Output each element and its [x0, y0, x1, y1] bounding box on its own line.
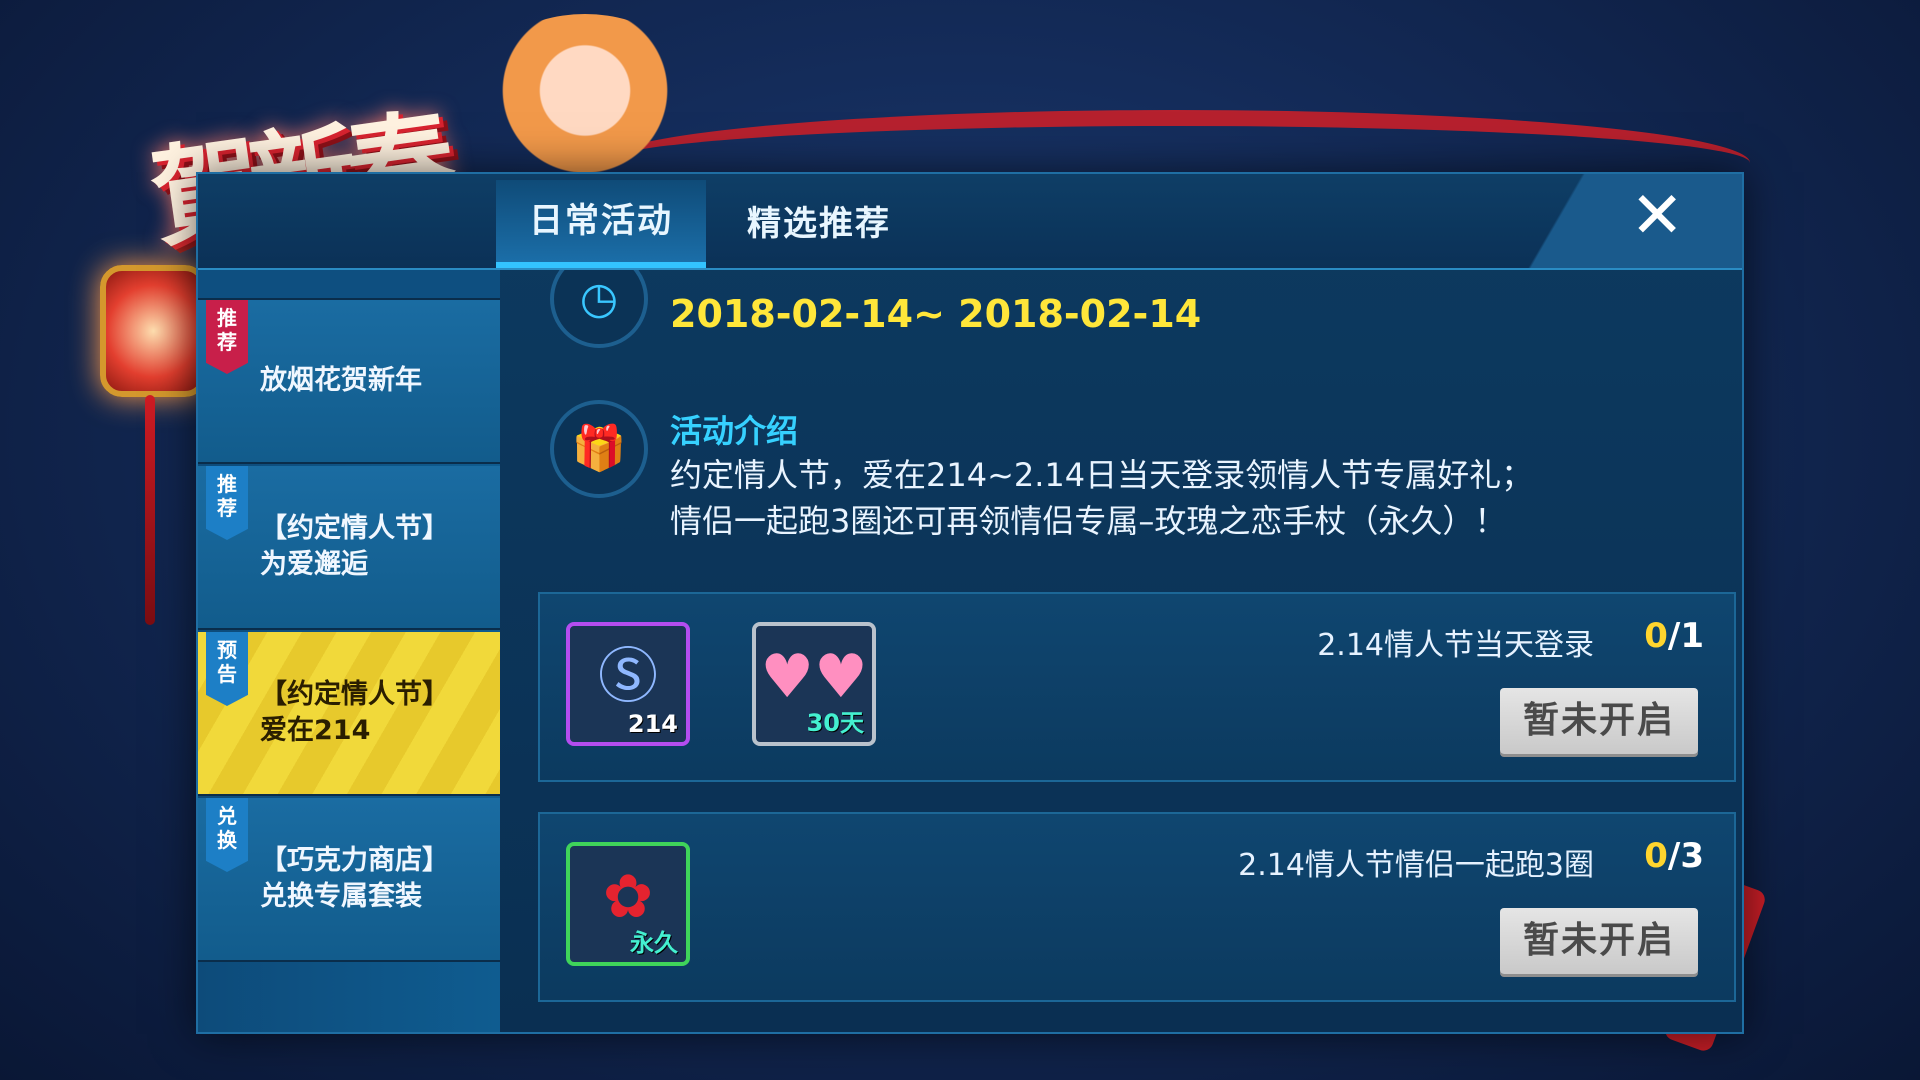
preview-badge: 预 告	[206, 632, 248, 706]
sidebar-item-label: 放烟花贺新年	[260, 365, 422, 396]
sidebar-item-fireworks[interactable]: 推 荐 放烟花贺新年	[198, 300, 500, 464]
reward-slot[interactable]: Ⓢ 214	[566, 622, 690, 746]
reward-slot[interactable]: ✿ 永久	[566, 842, 690, 966]
task-card-login: Ⓢ 214 ♥♥ 30天 2.14情人节当天登录 0/1 暂未开启	[538, 592, 1736, 782]
task-title: 2.14情人节当天登录	[1317, 628, 1594, 663]
sidebar-top-partial	[198, 270, 500, 300]
clock-icon: ◷	[550, 270, 648, 348]
recommend-badge: 推 荐	[206, 300, 248, 374]
activity-panel: 日常活动 精选推荐 ✕ 推 荐 放烟花贺新年 推 荐 【约定情人节】 为爱邂逅 …	[196, 172, 1744, 1034]
rose-cane-icon: ✿	[602, 862, 654, 933]
task-card-couple-run: ✿ 永久 2.14情人节情侣一起跑3圈 0/3 暂未开启	[538, 812, 1736, 1002]
activity-content: ◷ 2018-02-14~ 2018-02-14 🎁 活动介绍 约定情人节，爱在…	[510, 270, 1742, 1032]
task-progress: 0/1	[1644, 616, 1704, 656]
activity-intro-text: 约定情人节，爱在214~2.14日当天登录领情人节专属好礼； 情侣一起跑3圈还可…	[670, 456, 1534, 540]
tab-daily-activities[interactable]: 日常活动	[496, 180, 706, 268]
progress-current: 0	[1644, 836, 1668, 876]
reward-slot[interactable]: ♥♥ 30天	[752, 622, 876, 746]
lantern-tassel-decoration	[145, 395, 155, 625]
character-portrait	[470, 14, 700, 184]
activity-intro-label: 活动介绍	[670, 412, 799, 450]
sidebar-item-label: 【巧克力商店】 兑换专属套装	[260, 845, 449, 912]
progress-total: /1	[1667, 616, 1704, 656]
task-progress: 0/3	[1644, 836, 1704, 876]
recommend-badge: 推 荐	[206, 466, 248, 540]
reward-tag: 永久	[630, 929, 678, 957]
sidebar-item-valentine-214[interactable]: 预 告 【约定情人节】 爱在214	[198, 632, 500, 796]
tab-featured-recommendations[interactable]: 精选推荐	[714, 180, 924, 268]
gift-icon: 🎁	[550, 400, 648, 498]
close-button[interactable]: ✕	[1522, 174, 1742, 268]
activity-sidebar: 推 荐 放烟花贺新年 推 荐 【约定情人节】 为爱邂逅 预 告 【约定情人节】 …	[198, 270, 500, 1032]
close-icon: ✕	[1630, 179, 1684, 253]
task-title: 2.14情人节情侣一起跑3圈	[1238, 848, 1594, 883]
sidebar-item-label: 【约定情人节】 为爱邂逅	[260, 513, 449, 580]
task-claim-button[interactable]: 暂未开启	[1500, 908, 1698, 974]
progress-total: /3	[1667, 836, 1704, 876]
reward-tag: 214	[627, 710, 678, 738]
progress-current: 0	[1644, 616, 1668, 656]
panel-header: 日常活动 精选推荐 ✕	[198, 174, 1742, 270]
hearts-effect-icon: ♥♥	[760, 642, 868, 713]
sidebar-item-valentine-encounter[interactable]: 推 荐 【约定情人节】 为爱邂逅	[198, 466, 500, 630]
task-claim-button[interactable]: 暂未开启	[1500, 688, 1698, 754]
sidebar-item-chocolate-shop[interactable]: 兑 换 【巧克力商店】 兑换专属套装	[198, 798, 500, 962]
lantern-decoration	[100, 265, 207, 397]
sidebar-item-label: 【约定情人节】 爱在214	[260, 679, 449, 746]
activity-time-value: 2018-02-14~ 2018-02-14	[670, 292, 1202, 336]
exchange-badge: 兑 换	[206, 798, 248, 872]
reward-tag: 30天	[806, 709, 864, 737]
s-coin-card-icon: Ⓢ	[598, 642, 658, 713]
